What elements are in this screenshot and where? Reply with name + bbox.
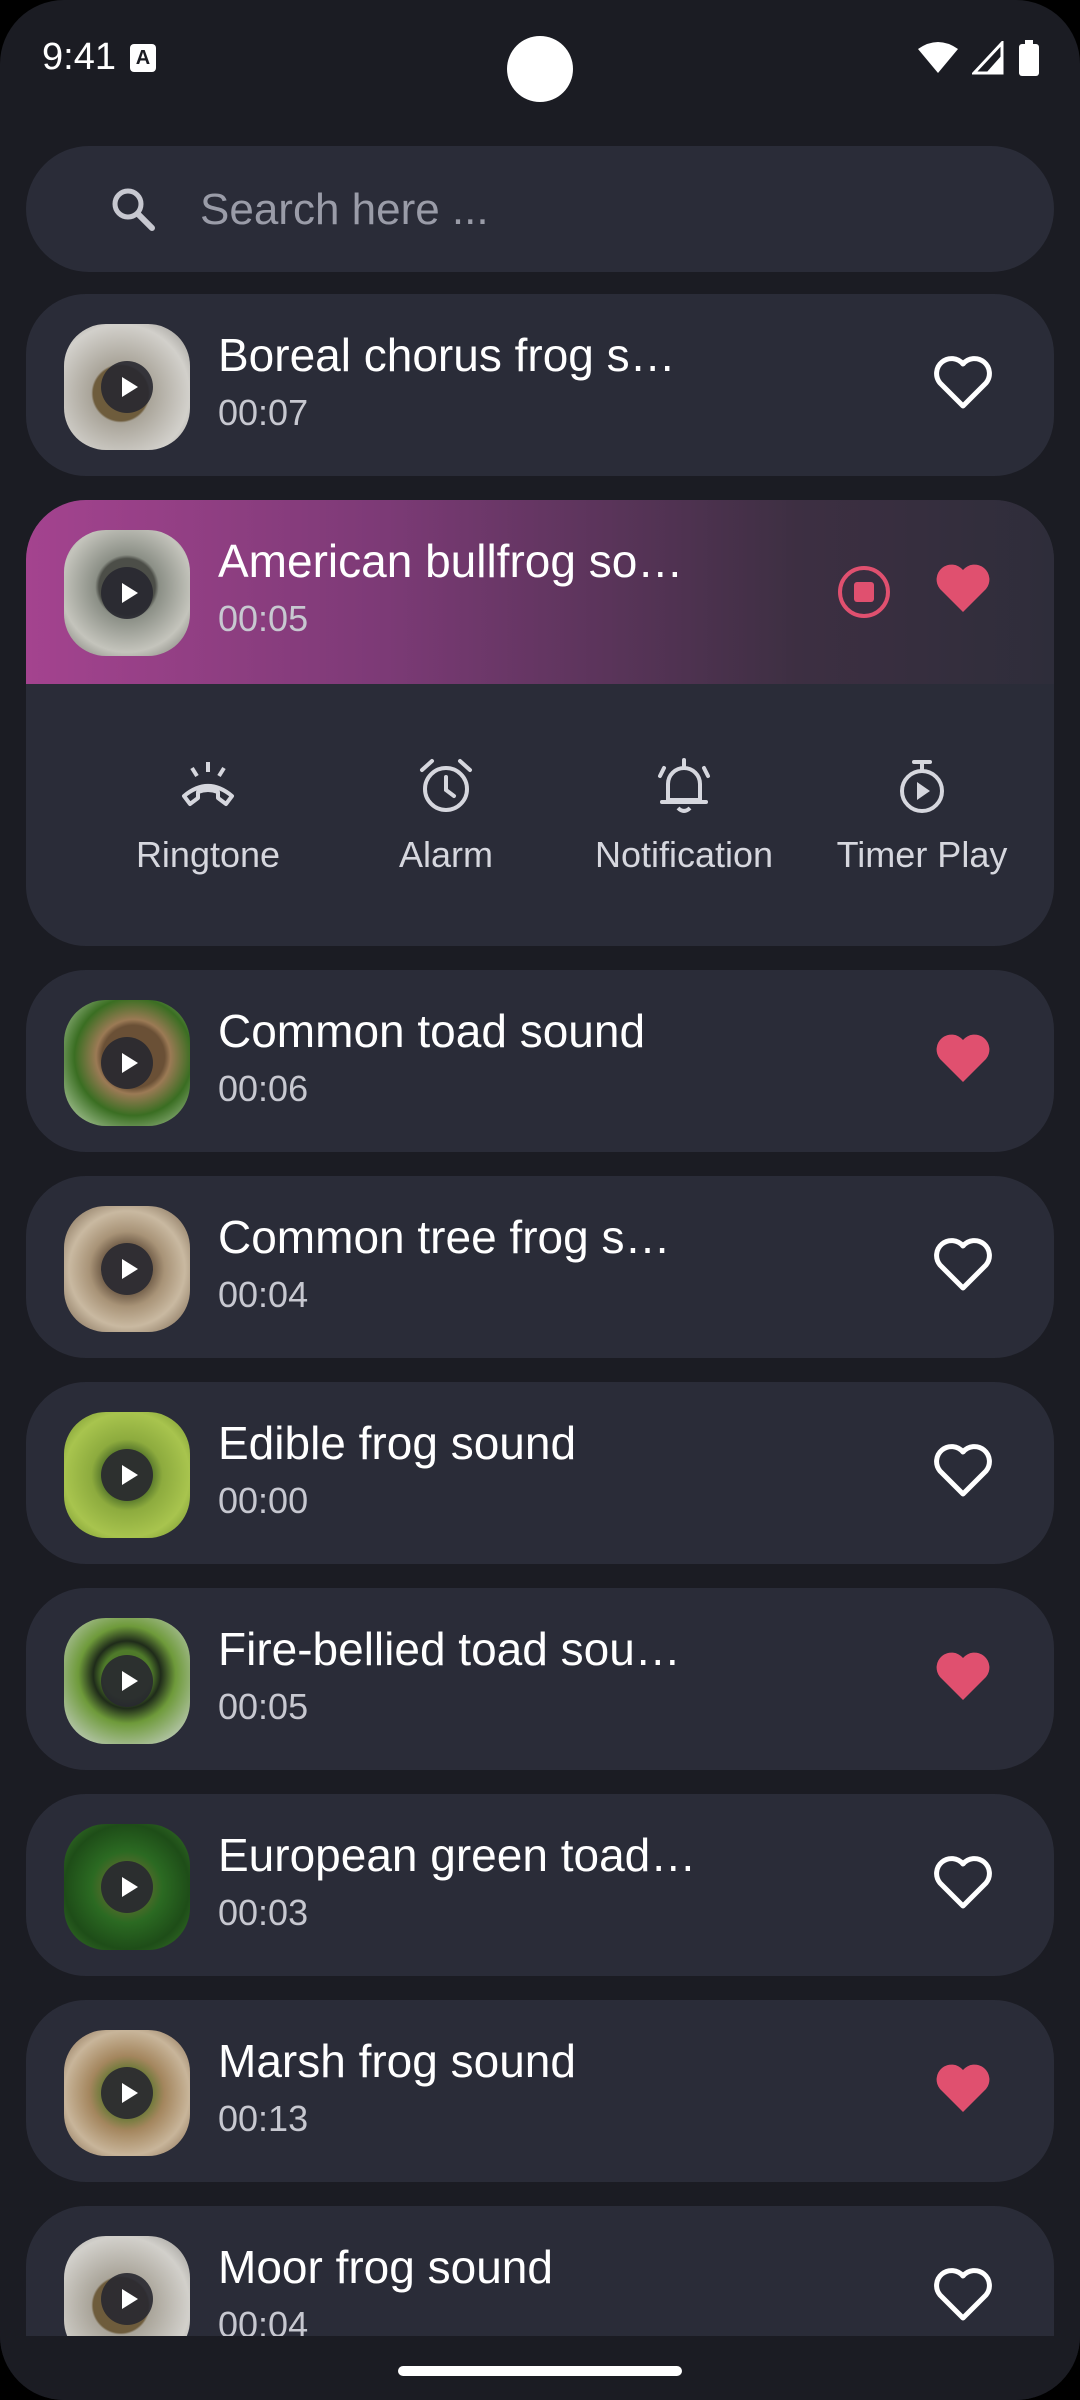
notification-icon (658, 758, 710, 813)
play-button[interactable] (101, 1861, 153, 1913)
timer-play-button[interactable]: Timer Play (802, 684, 1042, 946)
sound-title: Edible frog sound (218, 1417, 577, 1469)
heart-filled-icon[interactable] (934, 1032, 992, 1086)
status-bar: 9:41 A (0, 0, 1080, 120)
action-label: Timer Play (836, 834, 1008, 875)
battery-icon (1019, 40, 1039, 76)
heart-outline-icon[interactable] (934, 1238, 992, 1292)
action-label: Alarm (398, 834, 493, 875)
sound-title: Marsh frog sound (218, 2035, 576, 2087)
sound-duration: 00:06 (218, 1068, 309, 1109)
search-input[interactable] (198, 176, 1022, 244)
play-button[interactable] (101, 2273, 153, 2325)
sound-card[interactable]: Marsh frog sound 00:13 (26, 2000, 1054, 2182)
status-time: 9:41 (42, 36, 116, 78)
frog-thumbnail (64, 1412, 190, 1538)
ringtone-icon (182, 762, 234, 806)
sound-card[interactable]: Common toad sound 00:06 (26, 970, 1054, 1152)
sound-card-expanded[interactable]: American bullfrog so… 00:05 Ringtone Ala… (26, 500, 1054, 946)
play-button[interactable] (101, 361, 153, 413)
set-notification-button[interactable]: Notification (564, 684, 804, 946)
set-alarm-button[interactable]: Alarm (326, 684, 566, 946)
frog-thumbnail (64, 1206, 190, 1332)
app-screen: 9:41 A Boreal chorus frog s… 00:07 Am (0, 0, 1080, 2400)
alarm-icon (420, 759, 472, 812)
play-button[interactable] (101, 2067, 153, 2119)
frog-thumbnail (64, 324, 190, 450)
heart-outline-icon[interactable] (934, 356, 992, 410)
sound-duration: 00:03 (218, 1892, 309, 1933)
notification-badge: A (130, 44, 156, 72)
play-button[interactable] (101, 1037, 153, 1089)
heart-filled-icon[interactable] (934, 2062, 992, 2116)
sound-duration: 00:05 (218, 598, 309, 639)
sound-duration: 00:00 (218, 1480, 309, 1521)
set-ringtone-button[interactable]: Ringtone (88, 684, 328, 946)
play-button[interactable] (101, 1655, 153, 1707)
heart-filled-icon[interactable] (934, 1650, 992, 1704)
sound-duration: 00:04 (218, 1274, 309, 1315)
frog-thumbnail (64, 1618, 190, 1744)
sound-title: American bullfrog so… (218, 535, 684, 587)
frog-thumbnail (64, 1000, 190, 1126)
sound-title: Moor frog sound (218, 2241, 553, 2293)
sound-title: Fire-bellied toad sou… (218, 1623, 681, 1675)
heart-outline-icon[interactable] (934, 1444, 992, 1498)
wifi-icon (918, 42, 958, 73)
heart-filled-icon[interactable] (934, 562, 992, 616)
sound-card[interactable]: Edible frog sound 00:00 (26, 1382, 1054, 1564)
play-button[interactable] (101, 567, 153, 619)
sound-card[interactable]: Fire-bellied toad sou… 00:05 (26, 1588, 1054, 1770)
sound-card[interactable]: Common tree frog s… 00:04 (26, 1176, 1054, 1358)
frog-thumbnail (64, 530, 190, 656)
search-bar[interactable] (26, 146, 1054, 272)
home-indicator[interactable] (398, 2366, 682, 2376)
sound-duration: 00:07 (218, 392, 309, 433)
frog-thumbnail (64, 1824, 190, 1950)
frog-thumbnail (64, 2030, 190, 2156)
timer-play-icon (900, 760, 944, 813)
sound-card[interactable]: Boreal chorus frog s… 00:07 (26, 294, 1054, 476)
signal-icon (972, 41, 1004, 75)
system-icons (918, 40, 1040, 76)
stop-icon[interactable] (836, 564, 892, 620)
play-button[interactable] (101, 1243, 153, 1295)
sound-title: Common tree frog s… (218, 1211, 671, 1263)
heart-outline-icon[interactable] (934, 1856, 992, 1910)
play-button[interactable] (101, 1449, 153, 1501)
now-playing-header[interactable]: American bullfrog so… 00:05 (26, 500, 1054, 684)
sound-title: Common toad sound (218, 1005, 646, 1057)
sound-duration: 00:05 (218, 1686, 309, 1727)
sound-duration: 00:13 (218, 2098, 309, 2139)
sound-actions: Ringtone Alarm Notification Timer Play (26, 684, 1054, 946)
search-icon (112, 188, 155, 231)
sound-title: Boreal chorus frog s… (218, 329, 676, 381)
action-label: Ringtone (135, 834, 281, 875)
sound-title: European green toad… (218, 1829, 697, 1881)
heart-outline-icon[interactable] (934, 2268, 992, 2322)
action-label: Notification (594, 834, 774, 875)
camera-cutout (507, 36, 573, 102)
sound-card[interactable]: European green toad… 00:03 (26, 1794, 1054, 1976)
